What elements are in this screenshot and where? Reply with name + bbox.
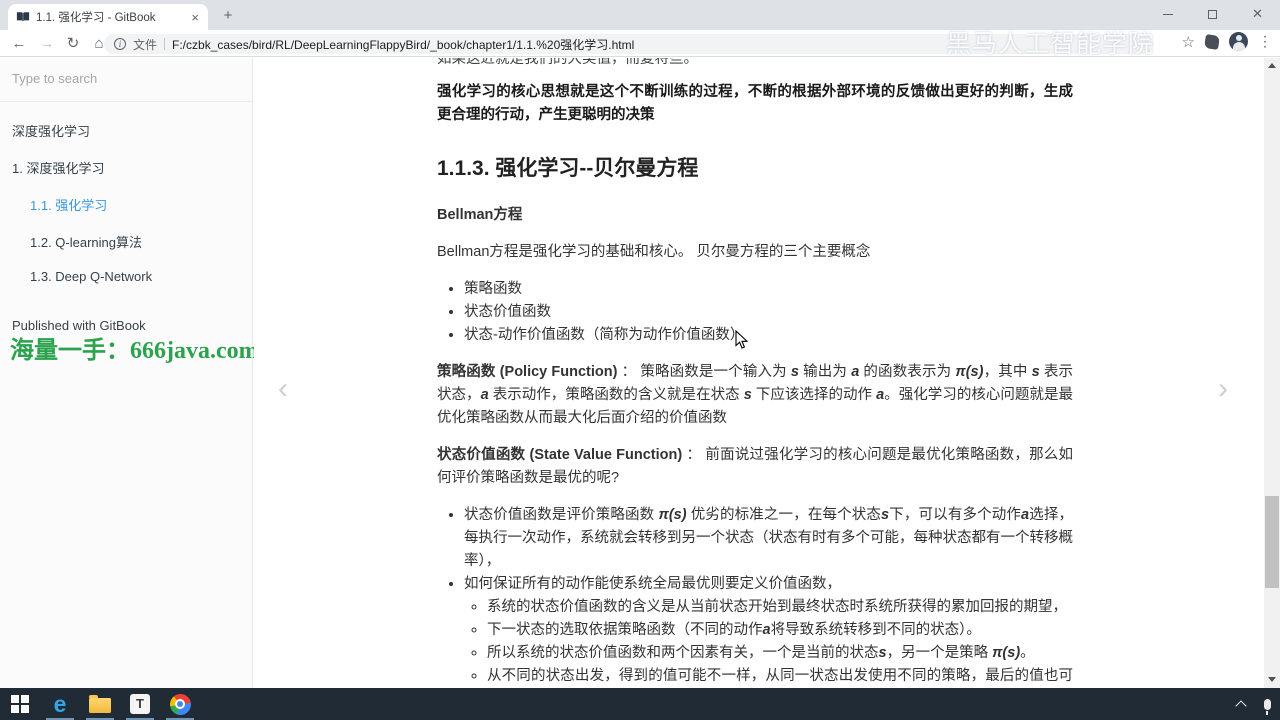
taskbar-chrome-button[interactable] bbox=[160, 688, 200, 720]
start-button[interactable] bbox=[0, 688, 40, 720]
extension-icon[interactable] bbox=[1204, 33, 1220, 50]
intro-bold-paragraph: 强化学习的核心思想就是这个不断训练的过程，不断的根据外部环境的反馈做出更好的判断… bbox=[437, 84, 1073, 123]
forward-button[interactable]: → bbox=[36, 33, 58, 55]
window-controls: ✕ bbox=[1145, 0, 1280, 28]
vertical-scrollbar[interactable] bbox=[1264, 58, 1280, 688]
taskbar-explorer-button[interactable] bbox=[80, 688, 120, 720]
policy-function-paragraph: 策略函数 (Policy Function) ： 策略函数是一个输入为 s 输出… bbox=[437, 364, 1074, 426]
list-item: 系统的状态价值函数的含义是从当前状态开始到最终状态时系统所获得的累加回报的期望， bbox=[487, 596, 1073, 619]
scroll-up-arrow-icon[interactable] bbox=[1264, 58, 1280, 72]
windows-taskbar: e T bbox=[0, 688, 1280, 720]
previous-page-arrow[interactable]: ‹ bbox=[278, 372, 288, 406]
list-item: 状态价值函数是评价策略函数 π(s) 优劣的标准之一，在每个状态s下，可以有多个… bbox=[464, 504, 1073, 573]
address-url: F:/czbk_cases/bird/RL/DeepLearningFlappy… bbox=[172, 37, 635, 52]
edge-icon: e bbox=[53, 691, 67, 717]
minimize-icon bbox=[1162, 13, 1173, 15]
page-info-icon[interactable]: i bbox=[114, 38, 126, 50]
reload-button[interactable]: ↻ bbox=[62, 33, 84, 55]
back-button[interactable]: ← bbox=[8, 33, 30, 55]
screen: 1.1. 强化学习 - GitBook × + ✕ ← → ↻ ⌂ i 文件 F… bbox=[0, 0, 1280, 720]
sidebar-item-1-2-qlearning[interactable]: 1.2. Q-learning算法 bbox=[0, 223, 252, 260]
browser-tab-bar: 1.1. 强化学习 - GitBook × + ✕ bbox=[0, 0, 1280, 30]
address-bar[interactable]: i 文件 F:/czbk_cases/bird/RL/DeepLearningF… bbox=[104, 34, 1154, 54]
section-heading: 1.1.3. 强化学习--贝尔曼方程 bbox=[437, 157, 699, 180]
taskbar-typora-button[interactable]: T bbox=[120, 688, 160, 720]
tray-show-hidden-icons-button[interactable] bbox=[1228, 688, 1254, 720]
state-value-list: 状态价值函数是评价策略函数 π(s) 优劣的标准之一，在每个状态s下，可以有多个… bbox=[437, 504, 1073, 688]
sidebar-item-1-3-dqn[interactable]: 1.3. Deep Q-Network bbox=[0, 260, 252, 293]
chrome-icon bbox=[169, 693, 191, 715]
gitbook-sidebar: 深度强化学习 1. 深度强化学习 1.1. 强化学习 1.2. Q-learni… bbox=[0, 58, 259, 688]
scrollbar-thumb[interactable] bbox=[1265, 496, 1279, 588]
state-value-paragraph: 状态价值函数 (State Value Function) ： 前面说过强化学习… bbox=[437, 447, 1073, 486]
maximize-icon bbox=[1208, 9, 1217, 19]
browser-tab[interactable]: 1.1. 强化学习 - GitBook × bbox=[8, 4, 208, 30]
file-explorer-icon bbox=[89, 695, 111, 713]
concept-list: 策略函数 状态价值函数 状态-动作价值函数（简称为动作价值函数） bbox=[437, 278, 1073, 347]
windows-logo-icon bbox=[11, 695, 29, 713]
list-item: 从不同的状态出发，得到的值可能不一样，从同一状态出发使用不同的策略，最后的值也可… bbox=[487, 665, 1073, 688]
list-item: 所以系统的状态价值函数和两个因素有关，一个是当前的状态s，另一个是策略 π(s)… bbox=[487, 642, 1073, 665]
sidebar-item-1-1-rl[interactable]: 1.1. 强化学习 bbox=[0, 186, 252, 223]
window-maximize-button[interactable] bbox=[1190, 0, 1235, 28]
article: 如果这近就是我们的大奖值，而复将些。 强化学习的核心思想就是这个不断训练的过程，… bbox=[437, 58, 1073, 688]
chevron-up-icon bbox=[1235, 699, 1247, 712]
tab-close-icon[interactable]: × bbox=[188, 10, 202, 25]
clipped-paragraph-top: 如果这近就是我们的大奖值，而复将些。 bbox=[437, 58, 698, 67]
bellman-title: Bellman方程 bbox=[437, 207, 523, 223]
toolbar-actions: ☆ ⋮ bbox=[1182, 32, 1272, 51]
list-item: 下一状态的选取依据策略函数（不同的动作a将导致系统转移到不同的状态）。 bbox=[487, 619, 1073, 642]
page-content: 如果这近就是我们的大奖值，而复将些。 强化学习的核心思想就是这个不断训练的过程，… bbox=[254, 58, 1264, 688]
window-minimize-button[interactable] bbox=[1145, 0, 1190, 28]
sidebar-item-chapter1[interactable]: 1. 深度强化学习 bbox=[0, 149, 252, 186]
search-input[interactable] bbox=[12, 71, 240, 86]
table-of-contents: 深度强化学习 1. 深度强化学习 1.1. 强化学习 1.2. Q-learni… bbox=[0, 112, 252, 293]
typora-icon: T bbox=[130, 694, 150, 714]
video-watermark-sidebar: 海量一手：666java.com bbox=[10, 338, 259, 364]
taskbar-edge-button[interactable]: e bbox=[40, 688, 80, 720]
address-separator bbox=[164, 38, 166, 50]
state-value-sublist: 系统的状态价值函数的含义是从当前状态开始到最终状态时系统所获得的累加回报的期望，… bbox=[464, 596, 1073, 688]
list-item: 状态价值函数 bbox=[464, 301, 1073, 324]
list-item: 策略函数 bbox=[464, 278, 1073, 301]
scroll-down-arrow-icon[interactable] bbox=[1264, 672, 1280, 686]
list-item: 状态-动作价值函数（简称为动作价值函数） bbox=[464, 324, 1073, 347]
system-tray bbox=[1228, 688, 1280, 720]
microphone-icon bbox=[1263, 698, 1271, 715]
tray-mic-button[interactable] bbox=[1254, 688, 1280, 720]
sidebar-item-intro[interactable]: 深度强化学习 bbox=[0, 112, 252, 149]
next-page-arrow[interactable]: › bbox=[1218, 372, 1228, 406]
browser-toolbar: ← → ↻ ⌂ i 文件 F:/czbk_cases/bird/RL/DeepL… bbox=[0, 30, 1280, 57]
search-box bbox=[0, 58, 252, 102]
tab-title: 1.1. 强化学习 - GitBook bbox=[36, 12, 156, 24]
close-icon: ✕ bbox=[1252, 6, 1263, 21]
new-tab-button[interactable]: + bbox=[216, 6, 240, 26]
profile-avatar[interactable] bbox=[1229, 32, 1248, 51]
bookmark-star-icon[interactable]: ☆ bbox=[1182, 33, 1195, 51]
window-close-button[interactable]: ✕ bbox=[1235, 0, 1280, 28]
bellman-intro: Bellman方程是强化学习的基础和核心。 贝尔曼方程的三个主要概念 bbox=[437, 244, 871, 260]
browser-menu-icon[interactable]: ⋮ bbox=[1258, 33, 1272, 50]
address-scheme-label: 文件 bbox=[133, 37, 158, 52]
gitbook-favicon-icon bbox=[16, 12, 30, 22]
list-item: 如何保证所有的动作能使系统全局最优则要定义价值函数， 系统的状态价值函数的含义是… bbox=[464, 573, 1073, 688]
